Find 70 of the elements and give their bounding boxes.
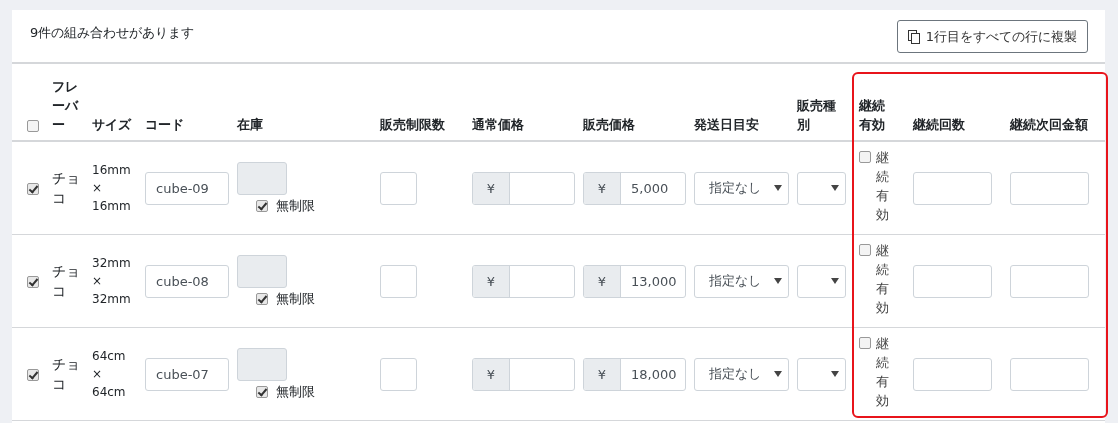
code-input[interactable]: cube-07 (145, 357, 229, 391)
column-header: 販売価格 (583, 117, 635, 132)
combination-count: 9件の組み合わせがあります (30, 24, 195, 42)
limit-input[interactable] (380, 171, 417, 205)
sale-price-input[interactable]: ¥ 5,000 (583, 171, 686, 205)
continue-label: 継続有効 (876, 242, 889, 317)
column-header: コード (145, 117, 184, 132)
normal-price-input[interactable]: ¥ (472, 171, 575, 205)
sale-type-select[interactable] (797, 357, 846, 391)
continue-count-input[interactable] (913, 171, 992, 205)
unlimited-checkbox[interactable] (256, 293, 268, 305)
limit-input[interactable] (380, 357, 417, 391)
size-cell-text: 16mm × 16mm (92, 162, 132, 215)
sale-price-input[interactable]: ¥ 13,000 (583, 264, 686, 298)
limit-input[interactable] (380, 264, 417, 298)
unlimited-checkbox[interactable] (256, 200, 268, 212)
code-input[interactable]: cube-08 (145, 264, 229, 298)
caret-icon (774, 278, 782, 284)
sale-price-input[interactable]: ¥ 18,000 (583, 357, 686, 391)
continue-count-input[interactable] (913, 357, 992, 391)
column-header: サイズ (92, 117, 131, 132)
row-checkbox[interactable] (27, 276, 39, 288)
caret-icon (831, 185, 839, 191)
stock-input[interactable] (237, 162, 287, 195)
unlimited-checkbox[interactable] (256, 386, 268, 398)
caret-icon (774, 185, 782, 191)
column-header: 通常価格 (472, 117, 524, 132)
column-header: 継続有効 (859, 97, 886, 134)
stock-input[interactable] (237, 348, 287, 381)
column-header: 継続次回金額 (1010, 117, 1088, 132)
continue-count-input[interactable] (913, 264, 992, 298)
row-checkbox[interactable] (27, 369, 39, 381)
shipping-select[interactable]: 指定なし (694, 264, 789, 298)
continue-checkbox[interactable] (859, 337, 871, 349)
next-amount-input[interactable] (1010, 171, 1089, 205)
unlimited-label: 無制限 (276, 384, 315, 400)
sale-type-select[interactable] (797, 264, 846, 298)
copy-icon (907, 29, 920, 44)
column-header: フレーバー (52, 78, 80, 134)
normal-price-input[interactable]: ¥ (472, 357, 575, 391)
continue-label: 継続有効 (876, 335, 889, 410)
size-cell-text: 32mm × 32mm (92, 255, 132, 308)
next-amount-input[interactable] (1010, 264, 1089, 298)
size-cell-text: 64cm × 64cm (92, 348, 127, 401)
continue-checkbox[interactable] (859, 244, 871, 256)
continue-label: 継続有効 (876, 149, 889, 224)
column-header: 継続回数 (913, 117, 965, 132)
column-header: 在庫 (237, 117, 263, 132)
sale-type-select[interactable] (797, 171, 846, 205)
stock-input[interactable] (237, 255, 287, 288)
caret-icon (774, 371, 782, 377)
caret-icon (831, 278, 839, 284)
unlimited-label: 無制限 (276, 291, 315, 307)
caret-icon (831, 371, 839, 377)
unlimited-label: 無制限 (276, 198, 315, 214)
column-header: 販売種別 (797, 97, 837, 134)
shipping-select[interactable]: 指定なし (694, 171, 789, 205)
continue-checkbox[interactable] (859, 151, 871, 163)
flavor-cell-text: チョコ (52, 262, 81, 301)
column-header: 発送日目安 (694, 117, 759, 132)
code-input[interactable]: cube-09 (145, 171, 229, 205)
flavor-cell-text: チョコ (52, 355, 81, 394)
copy-button[interactable]: 1行目をすべての行に複製 (896, 20, 1088, 53)
select-all-checkbox[interactable] (27, 119, 39, 132)
row-checkbox[interactable] (27, 183, 39, 195)
normal-price-input[interactable]: ¥ (472, 264, 575, 298)
shipping-select[interactable]: 指定なし (694, 357, 789, 391)
column-header: 販売制限数 (380, 117, 445, 132)
flavor-cell-text: チョコ (52, 169, 81, 208)
next-amount-input[interactable] (1010, 357, 1089, 391)
